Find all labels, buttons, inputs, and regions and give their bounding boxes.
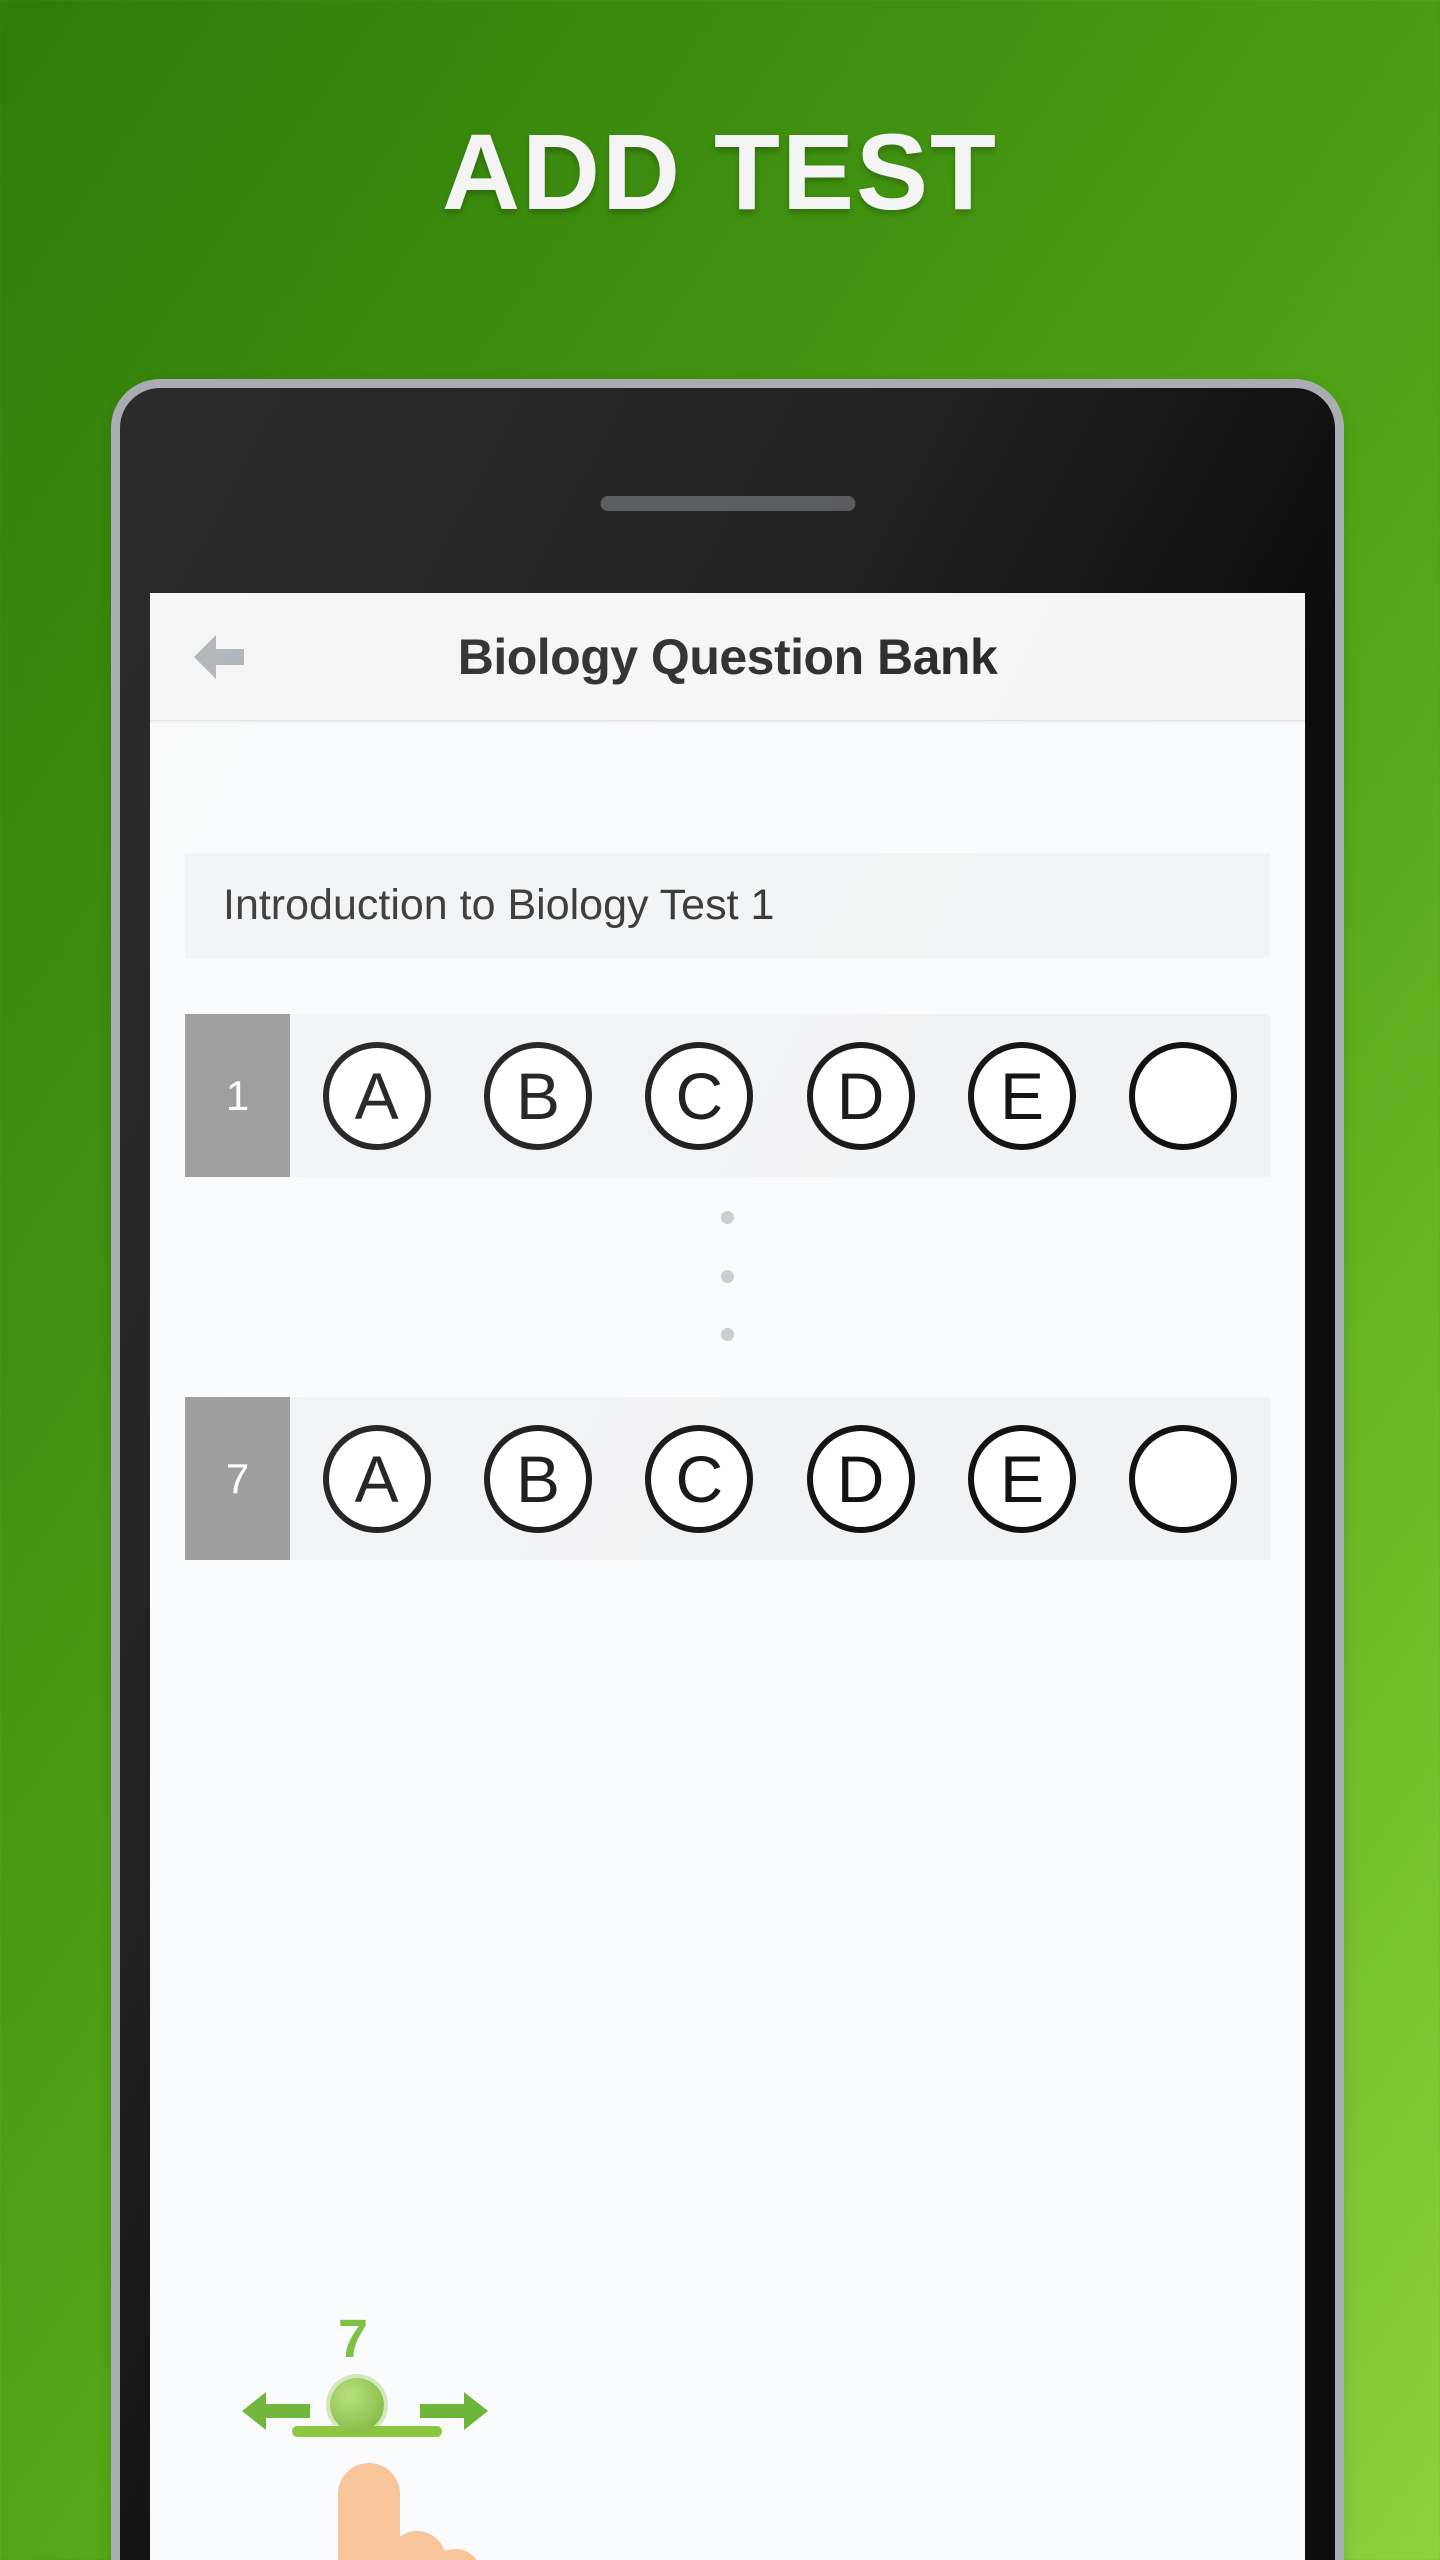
- ellipsis-dot: [721, 1269, 734, 1283]
- question-number: 1: [185, 1014, 290, 1177]
- slider-thumb[interactable]: [330, 2378, 384, 2432]
- app-screen: Biology Question Bank Introduction to Bi…: [150, 593, 1305, 2560]
- ellipsis-dot: [721, 1328, 734, 1341]
- ellipsis-dot: [721, 1211, 734, 1224]
- test-name-value: Introduction to Biology Test 1: [223, 881, 775, 929]
- phone-speaker: [600, 496, 855, 511]
- option-bubble-c[interactable]: C: [645, 1041, 754, 1150]
- question-number: 7: [185, 1397, 290, 1560]
- answer-options: A B C D E: [290, 1014, 1270, 1177]
- option-bubble-d[interactable]: D: [806, 1424, 915, 1533]
- table-row[interactable]: 7 A B C D E: [185, 1397, 1270, 1560]
- table-row[interactable]: 1 A B C D E: [185, 1014, 1270, 1177]
- option-bubble-blank[interactable]: [1129, 1041, 1238, 1150]
- page-title: Biology Question Bank: [457, 628, 998, 685]
- app-bar: Biology Question Bank: [150, 593, 1305, 721]
- option-bubble-b[interactable]: B: [483, 1424, 592, 1533]
- back-arrow-icon[interactable]: [182, 620, 256, 694]
- app-content: Introduction to Biology Test 1 1 A B C D…: [150, 853, 1305, 2560]
- option-bubble-c[interactable]: C: [645, 1424, 754, 1533]
- option-bubble-e[interactable]: E: [967, 1041, 1076, 1150]
- slider-value-label: 7: [338, 2309, 369, 2369]
- option-bubble-e[interactable]: E: [967, 1424, 1076, 1533]
- test-name-input[interactable]: Introduction to Biology Test 1: [185, 853, 1270, 958]
- answer-options: A B C D E: [290, 1397, 1270, 1560]
- option-bubble-d[interactable]: D: [806, 1041, 915, 1150]
- phone-mockup: Biology Question Bank Introduction to Bi…: [120, 388, 1335, 2560]
- option-bubble-a[interactable]: A: [322, 1424, 431, 1533]
- arrow-left-icon: [240, 2388, 312, 2439]
- option-bubble-b[interactable]: B: [483, 1041, 592, 1150]
- arrow-right-icon: [418, 2388, 490, 2439]
- option-bubble-a[interactable]: A: [322, 1041, 431, 1150]
- pointing-hand-icon: [260, 2453, 500, 2560]
- promo-title: ADD TEST: [442, 111, 998, 232]
- vertical-ellipsis: [185, 1211, 1270, 1341]
- option-bubble-blank[interactable]: [1129, 1424, 1238, 1533]
